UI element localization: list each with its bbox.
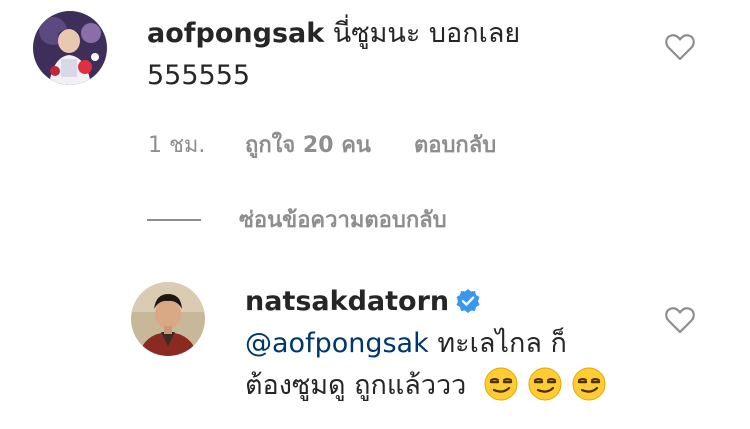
smirking-face-emoji-3 — [572, 367, 606, 401]
heart-outline-icon[interactable] — [665, 306, 695, 334]
hide-replies-label: ซ่อนข้อความตอบกลับ — [239, 208, 447, 233]
comment-thread: aofpongsak นี่ซูมนะ บอกเลย 555555 1 ชม. … — [0, 0, 750, 429]
mention-link[interactable]: @aofpongsak — [245, 328, 429, 359]
likes-count-link[interactable]: ถูกใจ 20 คน — [245, 127, 371, 162]
avatar-natsakdatorn[interactable] — [131, 282, 205, 356]
reply-body: natsakdatorn @aofpongsak ทะเลไกล ก็ ต้อง… — [245, 281, 607, 407]
avatar-image — [131, 282, 205, 356]
comment-body: aofpongsak นี่ซูมนะ บอกเลย 555555 — [147, 13, 520, 97]
username-natsakdatorn[interactable]: natsakdatorn — [245, 286, 449, 317]
comment-aofpongsak: aofpongsak นี่ซูมนะ บอกเลย 555555 1 ชม. … — [0, 0, 750, 180]
avatar-aofpongsak[interactable] — [33, 11, 107, 85]
username-aofpongsak[interactable]: aofpongsak — [147, 18, 324, 49]
comment-text-line1: นี่ซูมนะ บอกเลย — [332, 18, 521, 49]
smirking-face-emoji-2 — [528, 367, 562, 401]
divider-line — [147, 218, 201, 221]
avatar-image — [33, 11, 107, 85]
verified-badge-icon — [456, 289, 480, 313]
reply-text-line1: ทะเลไกล ก็ — [437, 328, 567, 359]
reply-text-line2: ต้องซูมดู ถูกแล้ววว — [245, 370, 467, 401]
reply-button[interactable]: ตอบกลับ — [414, 127, 496, 162]
reply-natsakdatorn: natsakdatorn @aofpongsak ทะเลไกล ก็ ต้อง… — [0, 270, 750, 429]
heart-outline-icon[interactable] — [665, 33, 695, 61]
comment-meta: 1 ชม. ถูกใจ 20 คน ตอบกลับ — [148, 127, 496, 162]
hide-replies-button[interactable]: ซ่อนข้อความตอบกลับ — [147, 202, 447, 237]
comment-timestamp: 1 ชม. — [148, 133, 206, 158]
smirking-face-emoji-1 — [484, 367, 518, 401]
comment-text-line2: 555555 — [147, 60, 251, 91]
